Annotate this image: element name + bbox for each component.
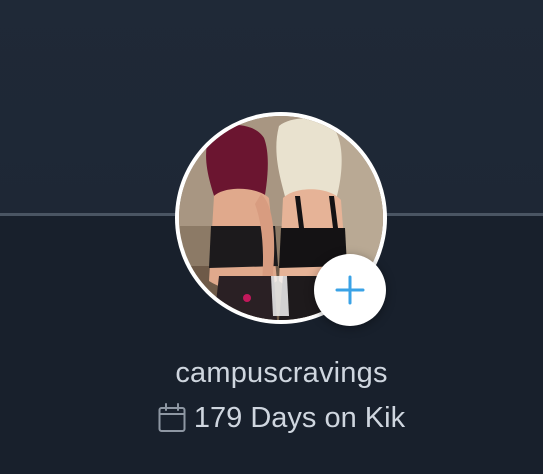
days-on-kik: 179 Days on Kik bbox=[0, 402, 543, 435]
add-button[interactable] bbox=[314, 254, 386, 326]
days-on-kik-label: 179 Days on Kik bbox=[193, 402, 406, 434]
calendar-icon bbox=[158, 402, 186, 432]
username-label: campuscravings bbox=[175, 357, 388, 389]
plus-icon bbox=[335, 275, 365, 305]
